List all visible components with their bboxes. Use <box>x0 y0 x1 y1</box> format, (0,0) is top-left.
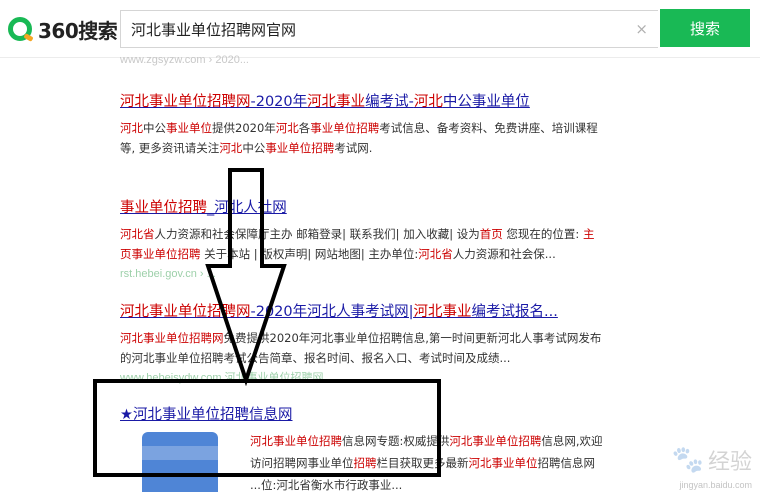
clear-icon[interactable]: × <box>635 20 648 38</box>
star-icon: ★ <box>120 407 133 423</box>
result-title-link[interactable]: 河北事业单位招聘网-2020年河北人事考试网|河北事业编考试报名... <box>120 302 660 322</box>
paw-icon: 🐾 <box>671 445 704 475</box>
logo[interactable]: 360搜索 <box>8 14 118 44</box>
result-title-link[interactable]: 事业单位招聘_河北人社网 <box>120 198 660 218</box>
faded-url: www.zgsyzw.com › 2020... <box>120 54 249 66</box>
search-box[interactable]: × <box>120 10 658 48</box>
watermark: 🐾 经验 <box>671 445 752 475</box>
result-thumbnail[interactable] <box>142 432 218 492</box>
result-url[interactable]: www.hebeisydw.com 河北事业单位招聘网 <box>120 370 660 386</box>
search-button[interactable]: 搜索 <box>660 9 750 47</box>
result-snippet: 河北省人力资源和社会保障厅主办 邮箱登录| 联系我们| 加入收藏| 设为首页 您… <box>120 227 595 261</box>
result-url[interactable]: rst.hebei.gov.cn › ... <box>120 266 660 282</box>
search-input[interactable] <box>121 11 621 47</box>
search-result: 事业单位招聘_河北人社网 河北省人力资源和社会保障厅主办 邮箱登录| 联系我们|… <box>120 198 660 282</box>
logo-text: 360搜索 <box>38 18 118 43</box>
watermark-url: jingyan.baidu.com <box>679 480 752 490</box>
search-result: 河北事业单位招聘网-2020年河北事业编考试-河北中公事业单位 河北中公事业单位… <box>120 92 660 158</box>
result-snippet: 河北中公事业单位提供2020年河北各事业单位招聘考试信息、备考资料、免费讲座、培… <box>120 121 598 155</box>
top-bar: 360搜索 × 搜索 <box>0 0 760 58</box>
result-title-link[interactable]: 河北事业单位招聘网-2020年河北事业编考试-河北中公事业单位 <box>120 92 660 112</box>
result-snippet: 河北事业单位招聘信息网专题:权威提供河北事业单位招聘信息网,欢迎 访问招聘网事业… <box>250 434 603 492</box>
result-title-link[interactable]: ★河北事业单位招聘信息网 <box>120 405 660 425</box>
result-snippet: 河北事业单位招聘网免费提供2020年河北事业单位招聘信息,第一时间更新河北人事考… <box>120 331 602 365</box>
search-result: ★河北事业单位招聘信息网 <box>120 405 660 425</box>
search-result: 河北事业单位招聘网-2020年河北人事考试网|河北事业编考试报名... 河北事业… <box>120 302 660 386</box>
logo-icon <box>8 17 32 41</box>
